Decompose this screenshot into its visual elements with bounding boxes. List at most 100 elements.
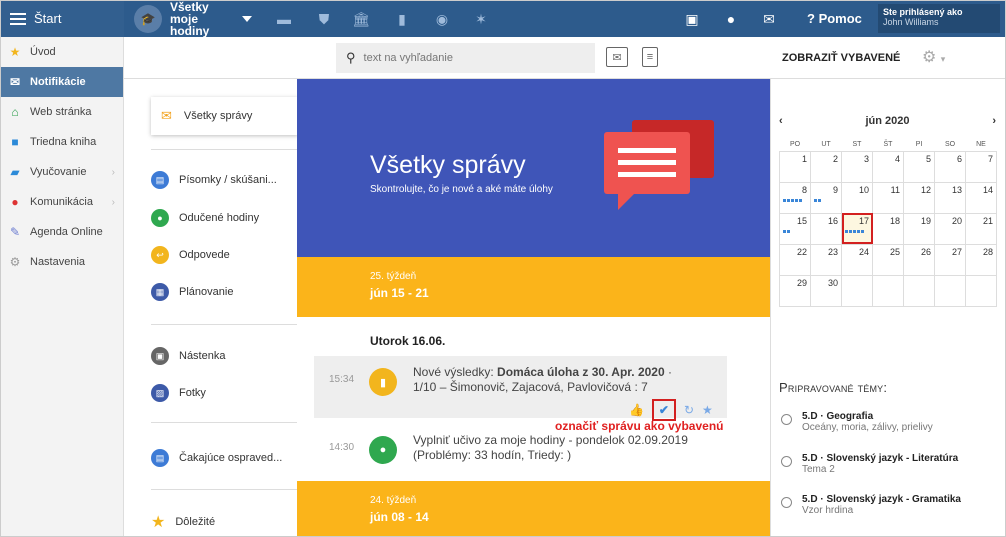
- sidebar-item-agenda[interactable]: ✎ Agenda Online: [0, 217, 123, 247]
- screen-icon[interactable]: ▣: [683, 10, 701, 28]
- calendar-day[interactable]: 16: [810, 212, 842, 245]
- top-bar: Štart 🎓 Všetky moje hodiny ▬ ⛊ 🏛 ▮ ◉ ✶ ▣…: [0, 0, 1006, 37]
- day-heading: Utorok 16.06.: [370, 334, 446, 348]
- calendar-day[interactable]: 18: [872, 212, 904, 245]
- category-all-messages[interactable]: ✉ Všetky správy: [151, 97, 306, 135]
- calendar-day[interactable]: 25: [872, 243, 904, 276]
- show-selected-button[interactable]: ZOBRAZIŤ VYBAVENÉ: [782, 52, 900, 64]
- compose-mail-button[interactable]: ✉: [606, 47, 628, 67]
- bar-chart-icon[interactable]: ▮: [393, 10, 411, 28]
- app-title: Všetky moje hodiny: [170, 0, 210, 38]
- gear-icon: ⚙: [9, 255, 21, 269]
- category-important[interactable]: ★ Dôležité: [151, 512, 215, 532]
- chat-bubbles-icon: [604, 120, 714, 210]
- calendar-day[interactable]: 11: [872, 181, 904, 214]
- sidebar-item-vyucovanie[interactable]: ▰ Vyučovanie ›: [0, 157, 123, 187]
- calendar-day[interactable]: 14: [965, 181, 997, 214]
- app-selector[interactable]: 🎓 Všetky moje hodiny: [134, 0, 252, 37]
- sidebar-item-nastavenia[interactable]: ⚙ Nastavenia: [0, 247, 123, 277]
- calendar-day[interactable]: 9: [810, 181, 842, 214]
- star-icon: ★: [9, 45, 21, 59]
- shield-icon[interactable]: ⛊: [315, 10, 333, 28]
- clipboard-button[interactable]: ≡: [642, 47, 658, 67]
- sidebar-item-notifikacie[interactable]: ✉ Notifikácie: [0, 67, 123, 97]
- calendar-day[interactable]: 21: [965, 212, 997, 245]
- chevron-right-icon: ›: [111, 196, 115, 208]
- calendar-day[interactable]: 6: [934, 150, 966, 183]
- briefcase-icon[interactable]: ▬: [275, 10, 293, 28]
- calendar-day[interactable]: 15: [779, 212, 811, 245]
- calendar-day[interactable]: 29: [779, 274, 811, 307]
- category-tests[interactable]: ▤ Písomky / skúšani...: [151, 171, 277, 189]
- topic-item[interactable]: 5.D · Geografia Oceány, moria, zálivy, pr…: [781, 411, 933, 433]
- mail-icon[interactable]: ✉: [760, 10, 778, 28]
- gauge-icon[interactable]: ◉: [433, 10, 451, 28]
- reply-icon: ↩: [151, 246, 169, 264]
- calendar-day[interactable]: 12: [903, 181, 935, 214]
- settings-gear-icon[interactable]: ⚙ ▾: [922, 47, 945, 67]
- next-month-button[interactable]: ›: [992, 115, 996, 127]
- category-answers[interactable]: ↩ Odpovede: [151, 246, 230, 264]
- sidebar-item-triedna-kniha[interactable]: ■ Triedna kniha: [0, 127, 123, 157]
- help-button[interactable]: ? Pomoc: [807, 11, 862, 26]
- mark-done-button[interactable]: ✔: [651, 399, 676, 421]
- sidebar-item-komunikacia[interactable]: ● Komunikácia ›: [0, 187, 123, 217]
- calendar-day[interactable]: 3: [841, 150, 873, 183]
- week-header: 25. týždeň jún 15 - 21: [297, 257, 770, 317]
- calendar-day[interactable]: 2: [810, 150, 842, 183]
- category-lessons[interactable]: ● Odučené hodiny: [151, 209, 259, 227]
- calendar-day[interactable]: 26: [903, 243, 935, 276]
- category-noticeboard[interactable]: ▣ Nástenka: [151, 347, 225, 365]
- week-header: 24. týždeň jún 08 - 14: [297, 481, 770, 537]
- topic-item[interactable]: 5.D · Slovenský jazyk - Literatúra Tema 2: [781, 453, 958, 475]
- user-menu[interactable]: Ste prihlásený ako John Williams: [878, 4, 1000, 33]
- calendar-day[interactable]: 4: [872, 150, 904, 183]
- calendar-day[interactable]: 22: [779, 243, 811, 276]
- institution-icon[interactable]: 🏛: [352, 10, 370, 28]
- calendar-day[interactable]: 28: [965, 243, 997, 276]
- toolbar: ⚲ text na vyhľadanie ✉ ≡ ZOBRAZIŤ VYBAVE…: [124, 37, 1006, 79]
- calendar-day[interactable]: 5: [903, 150, 935, 183]
- chat-icon: ●: [11, 195, 19, 209]
- calendar-day[interactable]: 13: [934, 181, 966, 214]
- calendar-day[interactable]: 8: [779, 181, 811, 214]
- calendar-day[interactable]: 1: [779, 150, 811, 183]
- calendar-day[interactable]: 20: [934, 212, 966, 245]
- sidebar-item-web[interactable]: ⌂ Web stránka: [0, 97, 123, 127]
- calendar-day[interactable]: 23: [810, 243, 842, 276]
- category-list: ✉ Všetky správy ▤ Písomky / skúšani... ● O…: [124, 79, 306, 537]
- clock-icon: [781, 497, 792, 508]
- topic-item[interactable]: 5.D · Slovenský jazyk - Gramatika Vzor hr…: [781, 494, 961, 516]
- category-excuses[interactable]: ▤ Čakajúce ospraved...: [151, 449, 282, 467]
- test-icon: ▤: [151, 171, 169, 189]
- calendar-day[interactable]: 30: [810, 274, 842, 307]
- person-icon: ●: [369, 436, 397, 464]
- prev-month-button[interactable]: ‹: [779, 115, 783, 127]
- calendar-header: ‹ jún 2020 ›: [779, 111, 996, 131]
- topics-heading: Pripravované témy:: [779, 380, 888, 395]
- calendar-day[interactable]: 19: [903, 212, 935, 245]
- start-label: Štart: [34, 11, 62, 26]
- star-icon[interactable]: ★: [702, 403, 713, 417]
- calendar-day[interactable]: 7: [965, 150, 997, 183]
- messages-panel: Všetky správy Skontrolujte, čo je nové a…: [297, 79, 770, 537]
- results-icon: ▮: [369, 368, 397, 396]
- calendar-day[interactable]: 24: [841, 243, 873, 276]
- calendar-day[interactable]: 10: [841, 181, 873, 214]
- walk-icon[interactable]: ✶: [472, 10, 490, 28]
- category-planning[interactable]: ▦ Plánovanie: [151, 283, 233, 301]
- board-icon: ▣: [151, 347, 169, 365]
- home-icon: ⌂: [11, 105, 19, 119]
- start-button[interactable]: Štart: [0, 0, 124, 37]
- search-input[interactable]: ⚲ text na vyhľadanie: [336, 43, 595, 73]
- like-icon[interactable]: 👍: [629, 403, 644, 417]
- category-photos[interactable]: ▨ Fotky: [151, 384, 206, 402]
- calendar-grid: PO UT ST ŠT PI SO NE 1234567 8 9 10 11 12 13 14 15…: [779, 139, 997, 307]
- calendar-day[interactable]: 27: [934, 243, 966, 276]
- sidebar-item-uvod[interactable]: ★ Úvod: [0, 37, 123, 67]
- message-item[interactable]: 14:30 ● Vyplniť učivo za moje hodiny - p…: [314, 424, 727, 486]
- event-dots: [783, 198, 807, 202]
- undo-icon[interactable]: ↻: [684, 403, 694, 417]
- chat-icon[interactable]: ●: [722, 10, 740, 28]
- calendar-day-today[interactable]: 17: [841, 212, 873, 245]
